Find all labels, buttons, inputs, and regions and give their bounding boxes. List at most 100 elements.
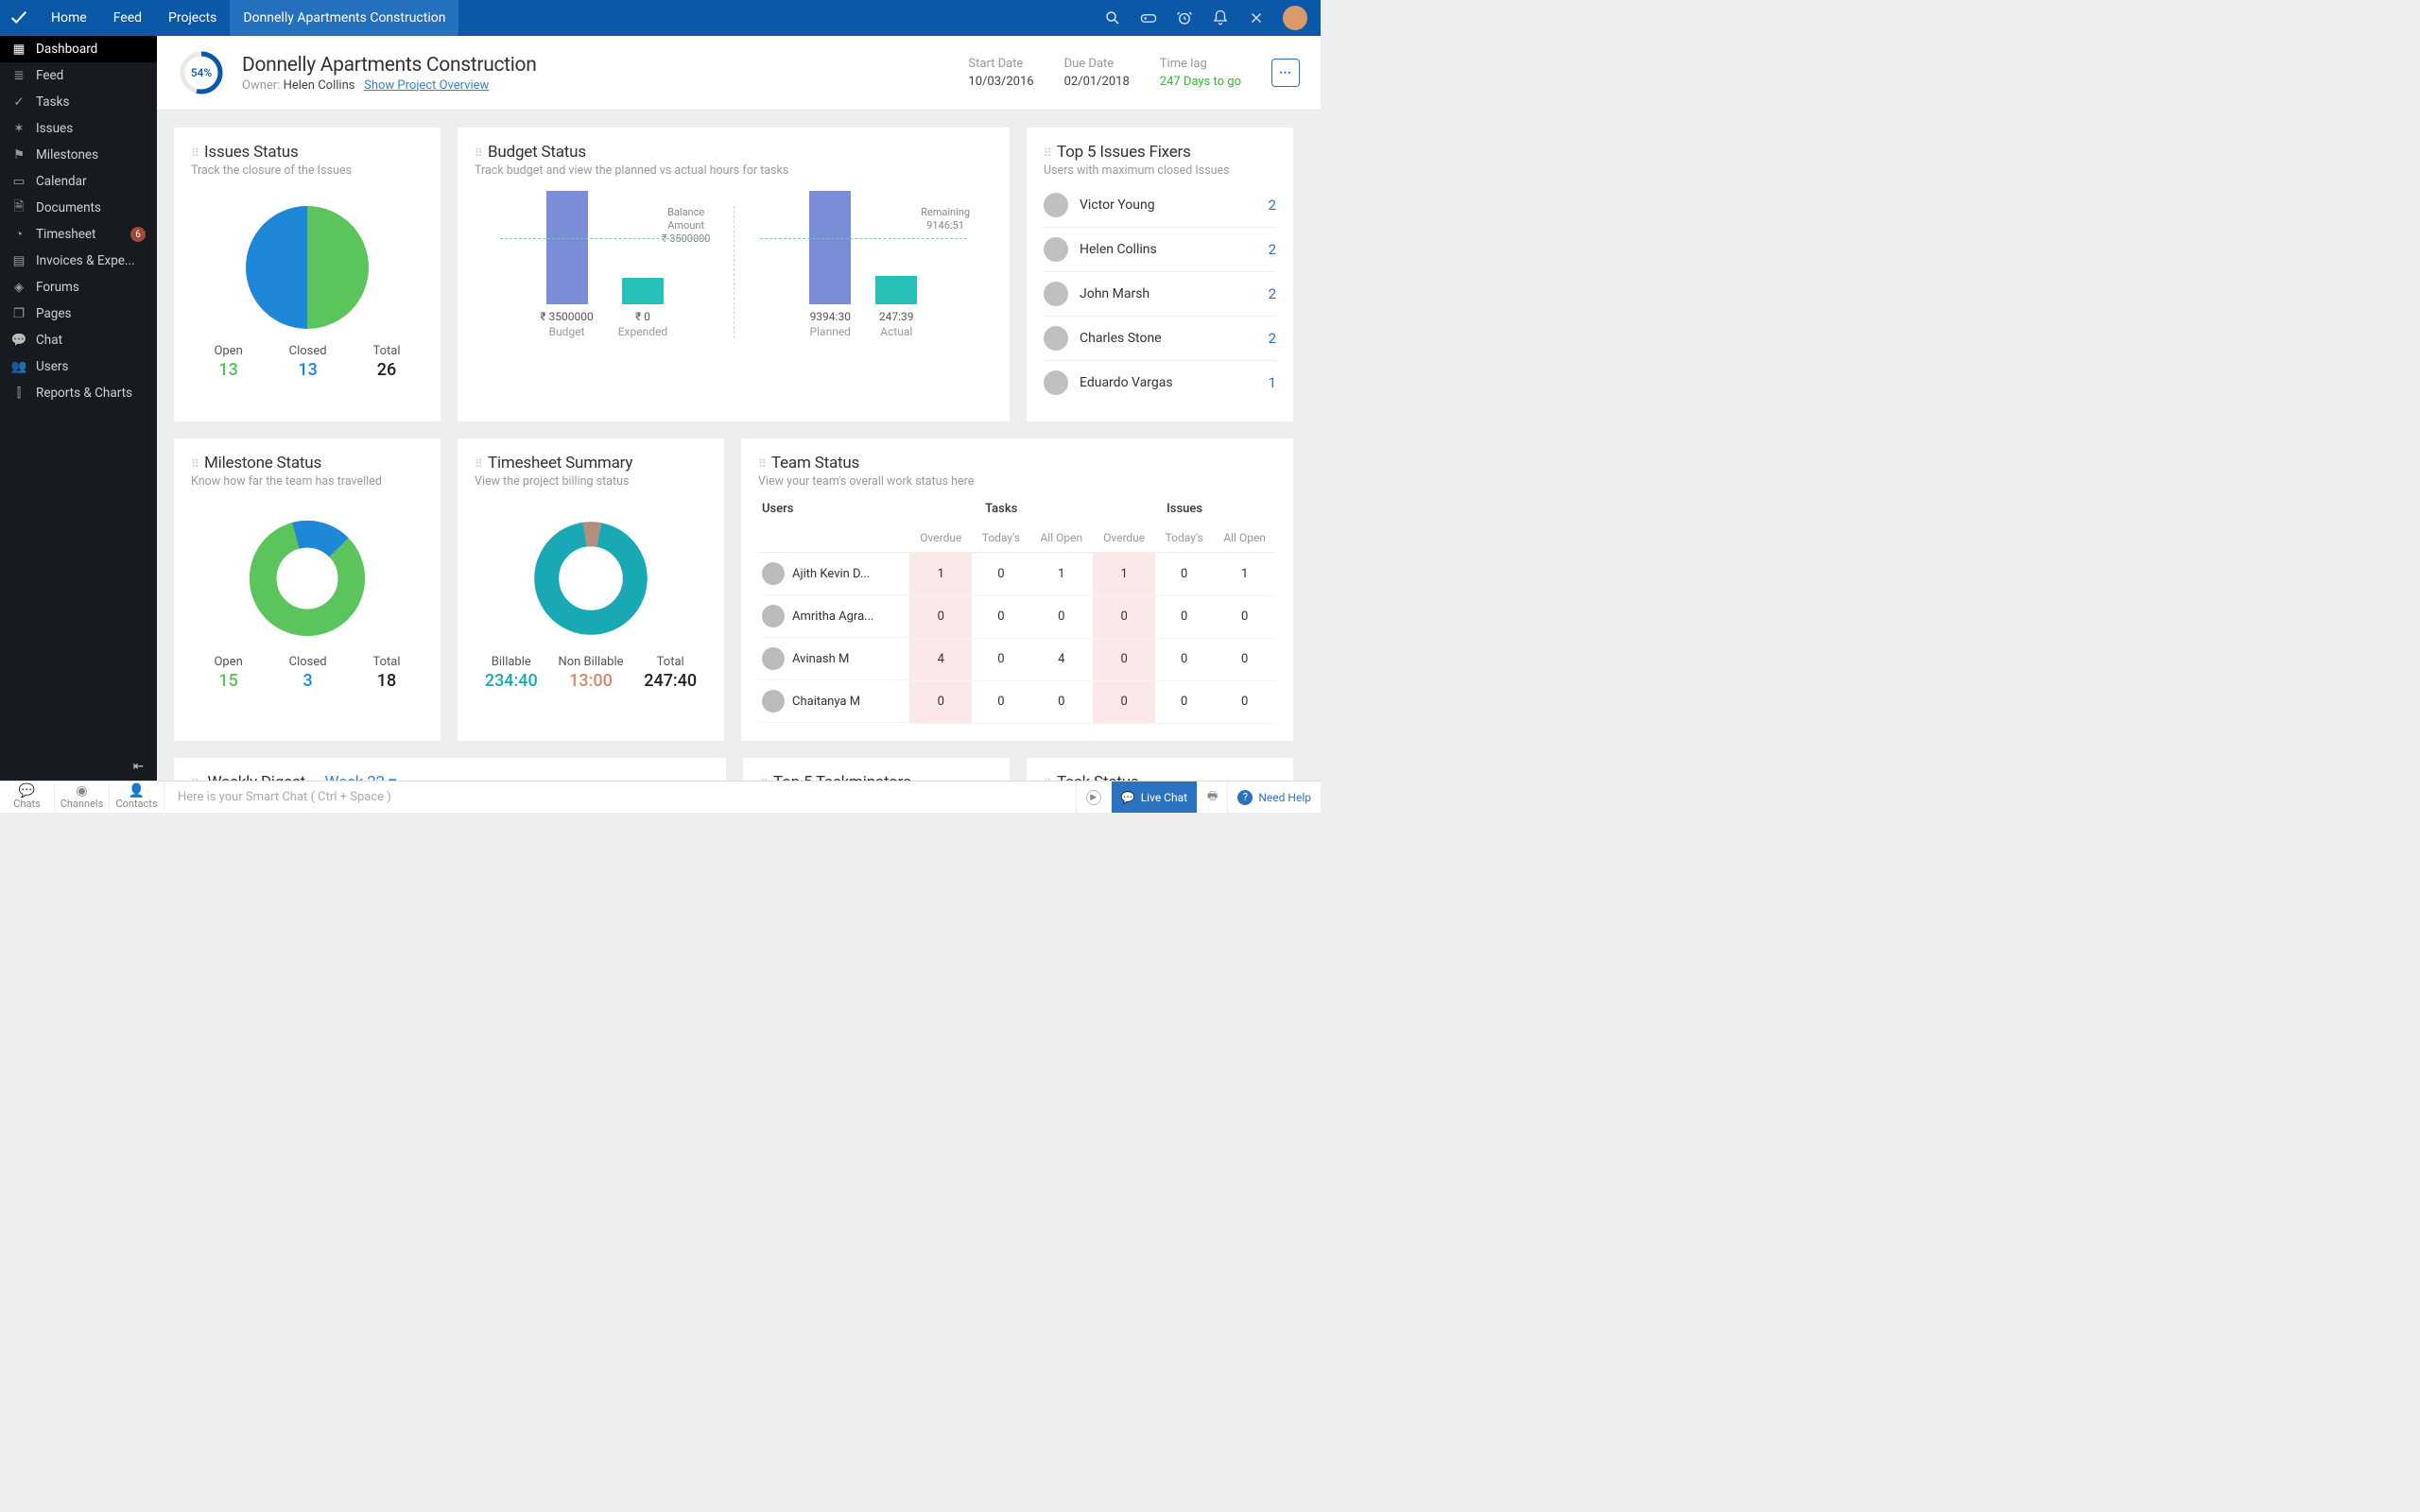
sub-header: Overdue <box>1093 524 1155 553</box>
drag-icon[interactable]: ⠿ <box>758 457 768 471</box>
card-title: Team Status <box>771 454 859 472</box>
drag-icon[interactable]: ⠿ <box>475 457 484 471</box>
user-avatar[interactable] <box>1283 6 1307 30</box>
sidebar-item-forums[interactable]: ◈Forums <box>0 274 157 301</box>
stat-value: 247:40 <box>644 671 697 691</box>
col-header: Users <box>758 494 909 524</box>
print-button[interactable]: 🖶 <box>1197 782 1227 814</box>
fixer-count: 2 <box>1269 197 1276 214</box>
invoice-icon: ▤ <box>11 253 26 268</box>
sidebar-item-issues[interactable]: ✶Issues <box>0 115 157 142</box>
sidebar-item-users[interactable]: 👥Users <box>0 353 157 380</box>
fixer-count: 2 <box>1269 285 1276 302</box>
clock-icon: ◔ <box>11 227 26 242</box>
card-title: Top 5 Issues Fixers <box>1057 143 1191 162</box>
sidebar-item-calendar[interactable]: ▭ Calendar <box>0 168 157 195</box>
avatar <box>1044 326 1068 351</box>
sidebar-item-reports[interactable]: ⫿Reports & Charts <box>0 380 157 406</box>
sidebar-item-tasks[interactable]: ✓Tasks <box>0 89 157 115</box>
week-dropdown[interactable]: Week 22 ▾ <box>325 773 397 782</box>
fixer-name: Helen Collins <box>1080 242 1269 257</box>
progress-ring: 54% <box>178 49 225 96</box>
fixer-row[interactable]: John Marsh2 <box>1044 272 1276 317</box>
play-button[interactable]: ▶ <box>1076 782 1111 814</box>
user-cell: Chaitanya M <box>758 680 909 723</box>
axis-label: Planned <box>810 325 851 338</box>
sidebar-item-feed[interactable]: ≣Feed <box>0 62 157 89</box>
count-cell: 1 <box>1029 553 1093 596</box>
sub-header: Today's <box>1155 524 1213 553</box>
collapse-icon[interactable]: ⇤ <box>133 759 144 774</box>
sidebar-item-label: Pages <box>36 306 72 321</box>
calendar-icon: ▭ <box>11 174 26 189</box>
sidebar-item-invoices[interactable]: ▤Invoices & Expe... <box>0 248 157 274</box>
sidebar-item-label: Calendar <box>36 174 87 189</box>
nav-home[interactable]: Home <box>38 0 100 36</box>
overview-link[interactable]: Show Project Overview <box>364 78 489 93</box>
print-icon: 🖶 <box>1207 787 1218 807</box>
stat-value: 13 <box>214 360 242 380</box>
sidebar-item-documents[interactable]: 🗎Documents <box>0 195 157 221</box>
smart-chat-hint[interactable]: Here is your Smart Chat ( Ctrl + Space ) <box>164 790 1076 804</box>
sidebar-item-timesheet[interactable]: ◔Timesheet6 <box>0 221 157 248</box>
drag-icon[interactable]: ⠿ <box>191 146 200 160</box>
search-icon[interactable] <box>1103 9 1122 27</box>
fixer-row[interactable]: Eduardo Vargas1 <box>1044 361 1276 404</box>
tools-icon[interactable] <box>1247 9 1266 27</box>
avatar <box>762 605 785 627</box>
table-row[interactable]: Avinash M404000 <box>758 638 1276 680</box>
card-subtitle: Users with maximum closed Issues <box>1044 163 1276 178</box>
more-button[interactable]: ⋯ <box>1271 59 1300 87</box>
fixer-row[interactable]: Victor Young2 <box>1044 183 1276 228</box>
count-cell: 0 <box>909 595 972 638</box>
drag-icon[interactable]: ⠿ <box>1044 146 1053 160</box>
bottom-tab-chats[interactable]: 💬Chats <box>0 782 55 812</box>
table-row[interactable]: Chaitanya M000000 <box>758 680 1276 723</box>
balance-label: BalanceAmount₹ 3500000 <box>662 206 711 245</box>
fixer-row[interactable]: Charles Stone2 <box>1044 317 1276 361</box>
fixer-name: Victor Young <box>1080 198 1269 213</box>
nav-feed[interactable]: Feed <box>100 0 155 36</box>
sidebar-item-label: Milestones <box>36 147 98 163</box>
megaphone-icon: ◈ <box>11 280 26 295</box>
avatar <box>1044 193 1068 217</box>
table-row[interactable]: Amritha Agra...000000 <box>758 595 1276 638</box>
bottom-tab-channels[interactable]: ◉Channels <box>55 782 110 812</box>
avatar <box>762 690 785 713</box>
app-logo[interactable] <box>0 0 38 36</box>
count-cell: 0 <box>1093 638 1155 680</box>
nav-current-project[interactable]: Donnelly Apartments Construction <box>230 0 458 36</box>
sidebar-item-chat[interactable]: 💬Chat <box>0 327 157 353</box>
drag-icon[interactable]: ⠿ <box>191 457 200 471</box>
count-cell: 0 <box>909 680 972 723</box>
table-row[interactable]: Ajith Kevin D...101101 <box>758 553 1276 596</box>
fixer-row[interactable]: Helen Collins2 <box>1044 228 1276 272</box>
sidebar-item-label: Tasks <box>36 94 69 110</box>
milestone-donut-chart <box>191 494 424 655</box>
count-cell: 0 <box>972 638 1029 680</box>
card-top-taskminators: ⠿Top 5 Taskminators Users with maximum c… <box>743 758 1010 782</box>
sub-header: All Open <box>1029 524 1093 553</box>
gamepad-icon[interactable] <box>1139 9 1158 27</box>
stat-label: Closed <box>289 655 327 669</box>
stat-value: 234:40 <box>485 671 538 691</box>
fixer-name: Eduardo Vargas <box>1080 375 1269 390</box>
sidebar-item-milestones[interactable]: ⚑Milestones <box>0 142 157 168</box>
card-title: Weekly Digest <box>207 773 304 782</box>
stat-value: 3 <box>289 671 327 691</box>
bottom-tab-contacts[interactable]: 👤Contacts <box>110 782 164 812</box>
bell-icon[interactable] <box>1211 9 1230 27</box>
nav-projects[interactable]: Projects <box>155 0 230 36</box>
card-title: Top 5 Taskminators <box>773 773 911 782</box>
drag-icon[interactable]: ⠿ <box>475 146 484 160</box>
count-cell: 0 <box>972 553 1029 596</box>
need-help-button[interactable]: ?Need Help <box>1227 782 1321 814</box>
count-cell: 1 <box>1093 553 1155 596</box>
live-chat-button[interactable]: 💬Live Chat <box>1111 782 1197 814</box>
grid-icon: ▦ <box>11 42 26 57</box>
sidebar-item-dashboard[interactable]: ▦Dashboard <box>0 36 157 62</box>
fixer-name: John Marsh <box>1080 286 1269 301</box>
alarm-icon[interactable] <box>1175 9 1194 27</box>
sidebar-item-pages[interactable]: ❐Pages <box>0 301 157 327</box>
card-subtitle: Track the closure of the Issues <box>191 163 424 178</box>
